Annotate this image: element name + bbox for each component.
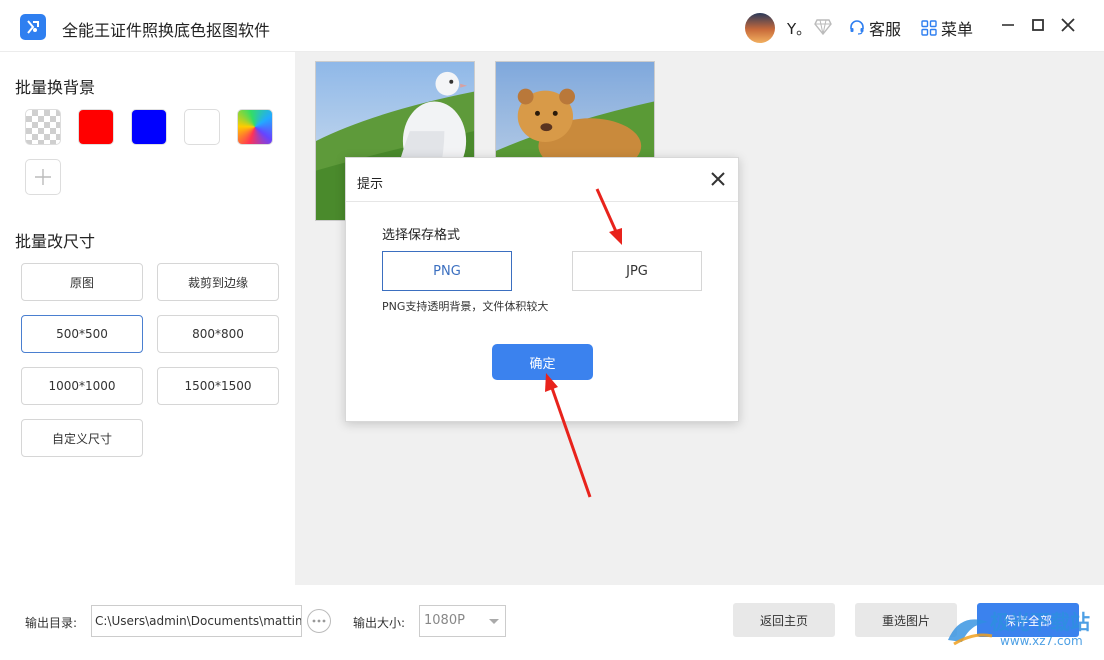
grid-menu-icon: [921, 20, 937, 36]
png-hint-text: PNG支持透明背景，文件体积较大: [382, 300, 549, 313]
menu-button[interactable]: 菜单: [921, 16, 973, 40]
more-dots-icon: [312, 619, 326, 623]
minimize-icon: [1002, 24, 1014, 26]
user-avatar[interactable]: [745, 13, 775, 43]
save-format-dialog: 提示 选择保存格式 PNG JPG PNG支持透明背景，文件体积较大 确定: [345, 157, 739, 422]
output-dir-label: 输出目录:: [25, 616, 78, 630]
app-logo-icon: [20, 14, 46, 40]
batch-resize-title: 批量改尺寸: [15, 232, 96, 251]
size-option-crop-edge[interactable]: 裁剪到边缘: [157, 263, 279, 301]
swatch-transparent[interactable]: [25, 109, 61, 145]
swatch-red[interactable]: [78, 109, 114, 145]
customer-service-button[interactable]: 客服: [849, 16, 901, 40]
size-option-1500[interactable]: 1500*1500: [157, 367, 279, 405]
close-icon: [1061, 18, 1075, 32]
size-option-800[interactable]: 800*800: [157, 315, 279, 353]
app-window: 全能王证件照换底色抠图软件 Y。 客服 菜单 批量换背景 批量改尺寸 原图 裁剪…: [0, 0, 1104, 660]
minimize-button[interactable]: [999, 16, 1017, 34]
headset-icon: [850, 20, 864, 35]
size-option-500[interactable]: 500*500: [21, 315, 143, 353]
size-option-1000[interactable]: 1000*1000: [21, 367, 143, 405]
chevron-down-icon: [489, 619, 499, 624]
watermark-url: www.xz7.com: [1000, 634, 1083, 648]
format-label: 选择保存格式: [382, 228, 461, 243]
user-name[interactable]: Y。: [787, 18, 811, 39]
dialog-header: 提示: [346, 158, 738, 202]
watermark-text: 极光下载站: [990, 610, 1090, 634]
swatch-custom-color[interactable]: [237, 109, 273, 145]
size-option-original[interactable]: 原图: [21, 263, 143, 301]
vip-diamond-icon[interactable]: [814, 19, 832, 35]
format-jpg-option[interactable]: JPG: [572, 251, 702, 291]
output-dir-input[interactable]: C:\Users\admin\Documents\matting: [91, 605, 302, 637]
dialog-close-icon[interactable]: [710, 171, 726, 187]
output-size-label: 输出大小:: [353, 616, 406, 630]
service-label: 客服: [869, 20, 902, 39]
format-png-option[interactable]: PNG: [382, 251, 512, 291]
batch-background-title: 批量换背景: [15, 78, 96, 97]
app-title: 全能王证件照换底色抠图软件: [62, 21, 271, 40]
bottom-bar: 输出目录: C:\Users\admin\Documents\matting 输…: [0, 585, 1104, 660]
menu-label: 菜单: [941, 20, 974, 39]
browse-folder-button[interactable]: [307, 609, 331, 633]
return-home-button[interactable]: 返回主页: [733, 603, 835, 637]
add-color-button[interactable]: [25, 159, 61, 195]
confirm-button[interactable]: 确定: [492, 344, 593, 380]
size-option-custom[interactable]: 自定义尺寸: [21, 419, 143, 457]
maximize-icon: [1032, 19, 1044, 31]
swatch-blue[interactable]: [131, 109, 167, 145]
maximize-button[interactable]: [1029, 16, 1047, 34]
swatch-white[interactable]: [184, 109, 220, 145]
output-size-value: 1080P: [424, 613, 465, 628]
plus-icon: [35, 169, 51, 185]
title-bar: 全能王证件照换底色抠图软件 Y。 客服 菜单: [0, 0, 1104, 52]
close-button[interactable]: [1059, 16, 1077, 34]
dialog-title: 提示: [357, 177, 384, 192]
output-size-select[interactable]: 1080P: [419, 605, 506, 637]
left-panel: 批量换背景 批量改尺寸 原图 裁剪到边缘 500*500 800*800 100…: [0, 52, 295, 585]
